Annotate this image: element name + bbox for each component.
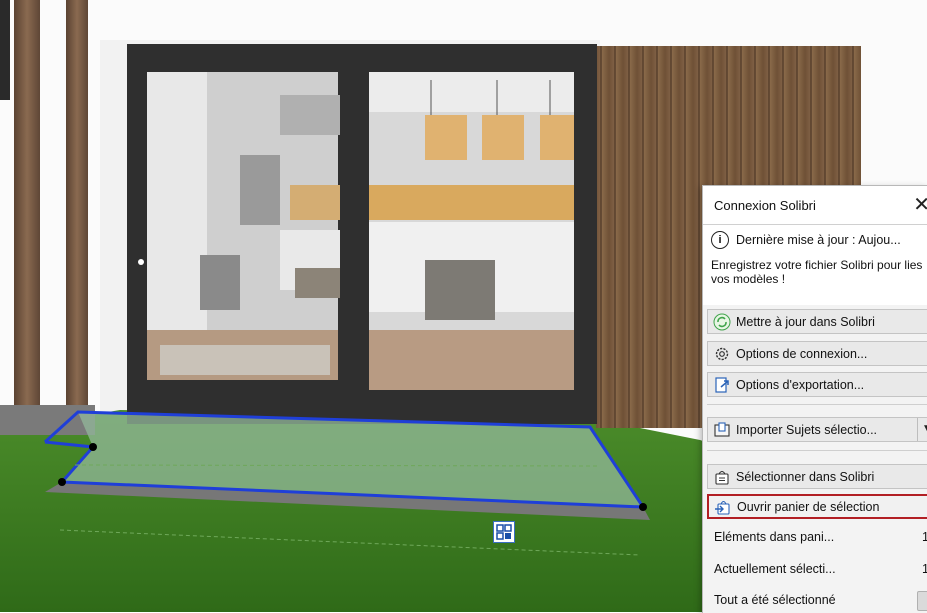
all-selected-toggle[interactable] (917, 591, 927, 611)
door-mullion (340, 44, 368, 414)
import-subjects-button[interactable]: Importer Sujets sélectio... ▼ (707, 417, 927, 442)
info-icon: i (711, 231, 729, 249)
close-icon[interactable]: ✕ (913, 192, 927, 217)
basket-icon (715, 470, 729, 485)
connection-options-label: Options de connexion... (736, 346, 868, 361)
gear-icon (715, 347, 729, 360)
export-options-label: Options d'exportation... (736, 377, 865, 392)
export-icon (715, 376, 729, 393)
import-icon (714, 421, 730, 437)
basket-elements-label: Eléments dans pani... (714, 530, 835, 544)
connection-options-button[interactable]: Options de connexion... (707, 341, 927, 366)
door-glass-left (147, 72, 340, 380)
door-glass-right (369, 72, 574, 390)
divider (707, 404, 927, 405)
import-subjects-label: Importer Sujets sélectio... (736, 422, 878, 437)
select-in-solibri-label: Sélectionner dans Solibri (736, 469, 875, 484)
solibri-connection-panel: Connexion Solibri ✕ i Dernière mise à jo… (702, 185, 927, 613)
wood-post-right (66, 0, 88, 418)
select-in-solibri-button[interactable]: Sélectionner dans Solibri (707, 464, 927, 489)
last-update-text: Dernière mise à jour : Aujou... (736, 233, 901, 247)
update-in-solibri-button[interactable]: Mettre à jour dans Solibri (707, 309, 927, 334)
wood-post-left (14, 0, 40, 416)
current-selection-label: Actuellement sélecti... (714, 562, 836, 576)
pet-palette-icon[interactable] (493, 521, 515, 543)
update-label: Mettre à jour dans Solibri (736, 314, 875, 329)
basket-elements-value: 1 (922, 530, 927, 544)
open-basket-label: Ouvrir panier de sélection (737, 499, 880, 514)
open-selection-basket-button[interactable]: Ouvrir panier de sélection (707, 494, 927, 519)
dropdown-arrow-icon[interactable]: ▼ (922, 423, 927, 434)
save-message: Enregistrez votre fichier Solibri pour l… (711, 258, 923, 286)
all-selected-label: Tout a été sélectionné (714, 593, 836, 607)
stone-base (0, 405, 95, 435)
selection-node[interactable] (639, 503, 647, 511)
info-section: i Dernière mise à jour : Aujou... Enregi… (703, 225, 927, 305)
divider (707, 450, 927, 451)
selection-node[interactable] (58, 478, 66, 486)
panel-header: Connexion Solibri ✕ (703, 186, 927, 225)
selection-node[interactable] (89, 443, 97, 451)
current-selection-value: 1 (922, 562, 927, 576)
refresh-icon (713, 313, 731, 330)
open-basket-icon (715, 500, 730, 515)
dark-frame (0, 0, 10, 100)
split-divider (917, 418, 918, 441)
panel-title: Connexion Solibri (714, 198, 816, 213)
door-handle (138, 259, 144, 265)
export-options-button[interactable]: Options d'exportation... (707, 372, 927, 397)
